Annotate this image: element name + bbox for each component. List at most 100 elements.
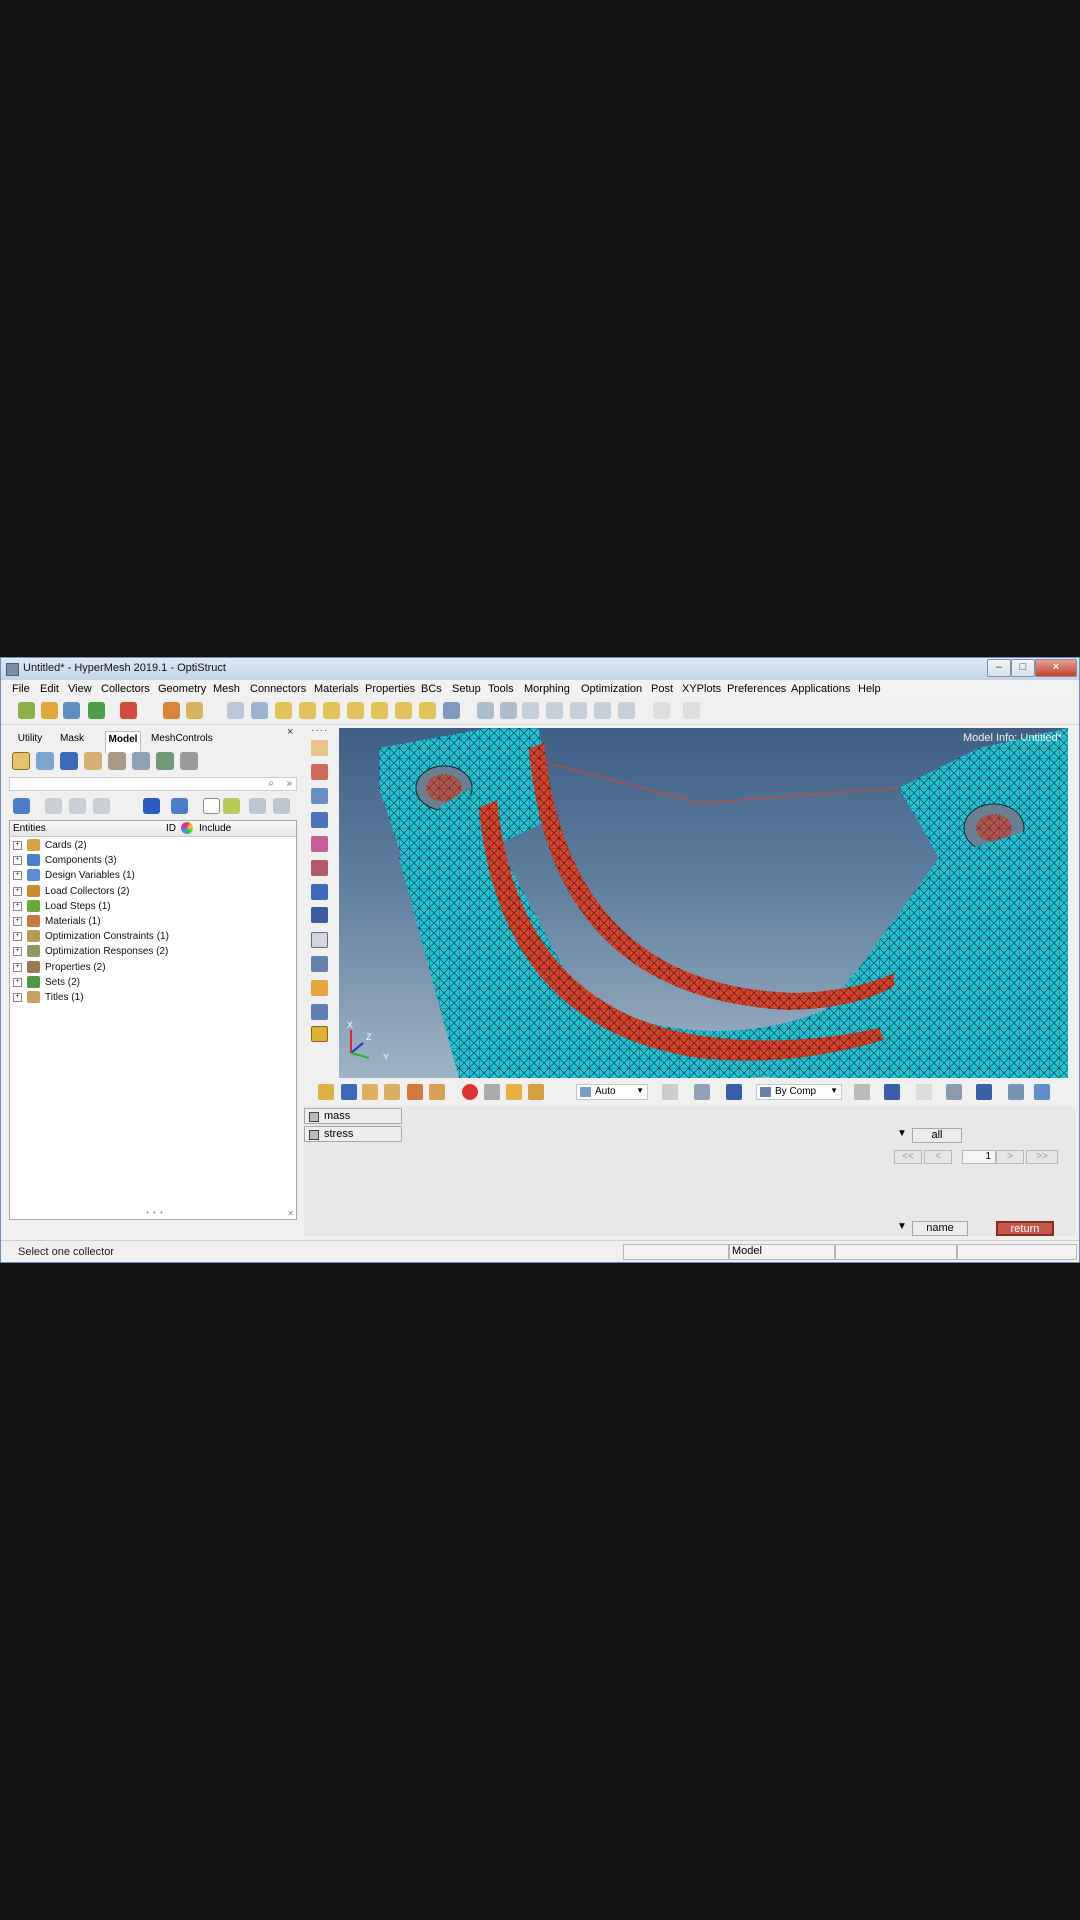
menu-optimization[interactable]: Optimization bbox=[581, 683, 642, 695]
label-abc-icon[interactable] bbox=[311, 956, 328, 972]
find-icon[interactable] bbox=[223, 798, 240, 814]
sort-name-button[interactable]: name bbox=[912, 1221, 968, 1236]
minimize-button[interactable]: – bbox=[987, 659, 1011, 677]
menu-bcs[interactable]: BCs bbox=[421, 683, 442, 695]
browser-item[interactable]: + Load Collectors (2) bbox=[10, 884, 296, 899]
view-right-icon[interactable] bbox=[347, 702, 364, 719]
menu-help[interactable]: Help bbox=[858, 683, 881, 695]
tab-meshcontrols[interactable]: MeshControls bbox=[151, 731, 213, 752]
wireframe-icon[interactable] bbox=[854, 1084, 870, 1100]
tab-mask[interactable]: Mask bbox=[59, 731, 85, 752]
browser-item[interactable]: + Load Steps (1) bbox=[10, 899, 296, 914]
expand-icon[interactable]: + bbox=[13, 886, 22, 896]
expand-icon[interactable]: + bbox=[13, 932, 22, 942]
menu-setup[interactable]: Setup bbox=[452, 683, 481, 695]
isolate-icon[interactable] bbox=[93, 798, 110, 814]
prev-page-button[interactable]: < bbox=[924, 1150, 952, 1164]
element-quality-icon[interactable] bbox=[311, 1026, 328, 1042]
component-display-icon[interactable] bbox=[13, 798, 30, 814]
property-table-icon[interactable] bbox=[311, 788, 328, 804]
menu-connectors[interactable]: Connectors bbox=[250, 683, 306, 695]
export-icon[interactable] bbox=[120, 702, 137, 719]
view-front-icon[interactable] bbox=[275, 702, 292, 719]
shrink-icon[interactable] bbox=[311, 1004, 328, 1020]
free-edges-icon[interactable] bbox=[311, 884, 328, 900]
show-all-icon[interactable] bbox=[249, 798, 266, 814]
hide-display-icon[interactable] bbox=[484, 1084, 500, 1100]
close-button[interactable]: × bbox=[1035, 659, 1077, 677]
menu-view[interactable]: View bbox=[68, 683, 92, 695]
fit-icon[interactable] bbox=[500, 702, 517, 719]
menu-mesh[interactable]: Mesh bbox=[213, 683, 240, 695]
zoom-icon[interactable] bbox=[227, 702, 244, 719]
browser-item[interactable]: + Sets (2) bbox=[10, 975, 296, 990]
previous-view-icon[interactable] bbox=[251, 702, 268, 719]
browser-item[interactable]: + Optimization Responses (2) bbox=[10, 944, 296, 959]
search-icon[interactable]: ⌕ bbox=[268, 778, 274, 789]
filter-dropdown-icon[interactable]: ▼ bbox=[894, 1128, 910, 1142]
expand-icon[interactable]: + bbox=[13, 871, 22, 881]
reverse-display-icon[interactable] bbox=[273, 798, 290, 814]
part-view-icon[interactable] bbox=[180, 752, 198, 770]
expand-icon[interactable]: + bbox=[13, 993, 22, 1002]
lighting-icon[interactable] bbox=[662, 1084, 678, 1100]
expand-icon[interactable]: + bbox=[13, 841, 22, 850]
expand-icon[interactable]: + bbox=[13, 947, 22, 957]
panel-close-icon[interactable]: × bbox=[287, 726, 293, 738]
column-include[interactable]: Include bbox=[199, 823, 231, 834]
layout-icon[interactable] bbox=[1008, 1084, 1024, 1100]
mesh-lines-icon[interactable] bbox=[884, 1084, 900, 1100]
material-table-icon[interactable] bbox=[311, 812, 328, 828]
last-page-button[interactable]: >> bbox=[1026, 1150, 1058, 1164]
browser-item[interactable]: + Properties (2) bbox=[10, 960, 296, 975]
tab-model[interactable]: Model bbox=[105, 731, 141, 753]
material-view-icon[interactable] bbox=[108, 752, 126, 770]
first-page-button[interactable]: << bbox=[894, 1150, 922, 1164]
menu-applications[interactable]: Applications bbox=[791, 683, 850, 695]
menu-properties[interactable]: Properties bbox=[365, 683, 415, 695]
column-id[interactable]: ID bbox=[166, 823, 176, 834]
undo-icon[interactable] bbox=[653, 702, 670, 719]
browser-item[interactable]: + Materials (1) bbox=[10, 914, 296, 929]
component-icon[interactable] bbox=[341, 1084, 357, 1100]
expand-options-icon[interactable]: » bbox=[286, 778, 292, 789]
load-view-icon[interactable] bbox=[84, 752, 102, 770]
hide-icon[interactable] bbox=[69, 798, 86, 814]
resize-grip[interactable]: • • • bbox=[146, 1208, 164, 1217]
rotate-center-icon[interactable] bbox=[522, 702, 539, 719]
line-icon[interactable] bbox=[916, 1084, 932, 1100]
pan-icon[interactable] bbox=[546, 702, 563, 719]
mask-icon[interactable] bbox=[311, 860, 328, 876]
redo-icon[interactable] bbox=[683, 702, 700, 719]
zoom-window-icon[interactable] bbox=[477, 702, 494, 719]
graphics-viewport[interactable]: X Z Y Model Info: Untitled* bbox=[339, 728, 1068, 1078]
menu-post[interactable]: Post bbox=[651, 683, 673, 695]
load-display-icon[interactable] bbox=[407, 1084, 423, 1100]
numbers-abc-icon[interactable] bbox=[311, 980, 328, 996]
shading-icon[interactable] bbox=[694, 1084, 710, 1100]
expand-icon[interactable]: + bbox=[13, 901, 22, 911]
entity-selection-icon[interactable] bbox=[143, 798, 160, 814]
assembly-icon[interactable] bbox=[36, 752, 54, 770]
rotate-icon[interactable] bbox=[618, 702, 635, 719]
browser-view-icon[interactable] bbox=[12, 752, 30, 770]
menu-materials[interactable]: Materials bbox=[314, 683, 359, 695]
view-back-icon[interactable] bbox=[299, 702, 316, 719]
user-profile-icon[interactable] bbox=[163, 702, 180, 719]
color-mode-icon[interactable] bbox=[171, 798, 188, 814]
element-icon[interactable] bbox=[976, 1084, 992, 1100]
collector-stress[interactable]: stress bbox=[304, 1126, 402, 1142]
show-display-icon[interactable] bbox=[506, 1084, 522, 1100]
component-table-icon[interactable] bbox=[311, 740, 328, 756]
expand-icon[interactable]: + bbox=[13, 917, 22, 926]
info-count-icon[interactable] bbox=[311, 907, 328, 923]
expand-icon[interactable]: + bbox=[13, 962, 22, 972]
include-view-icon[interactable] bbox=[156, 752, 174, 770]
menu-preferences[interactable]: Preferences bbox=[727, 683, 786, 695]
show-icon[interactable] bbox=[45, 798, 62, 814]
topology-icon[interactable] bbox=[528, 1084, 544, 1100]
menu-geometry[interactable]: Geometry bbox=[158, 683, 206, 695]
delete-icon[interactable] bbox=[462, 1084, 478, 1100]
solid-icon[interactable] bbox=[726, 1084, 742, 1100]
model-files-icon[interactable] bbox=[186, 702, 203, 719]
